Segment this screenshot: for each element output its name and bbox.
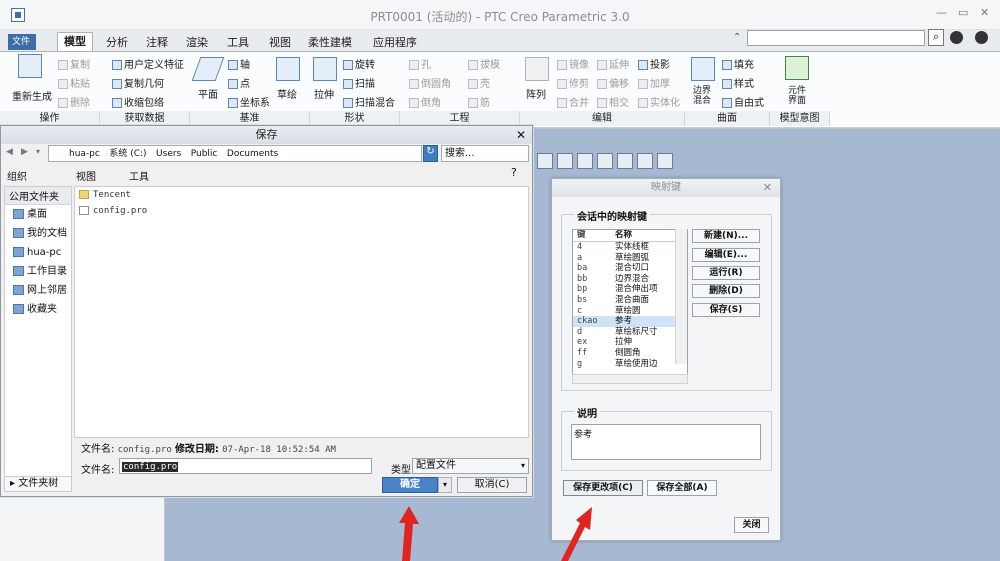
annotation-arrows: [399, 506, 592, 561]
red-arrow-icon: [399, 506, 419, 561]
red-arrow-icon: [561, 507, 592, 561]
